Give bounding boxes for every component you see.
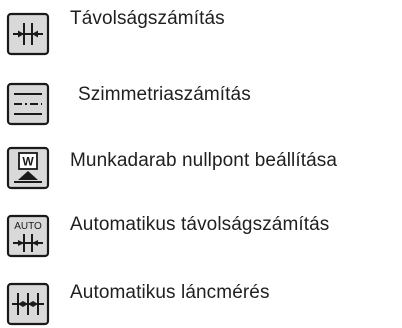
menu-item-auto-chain-measurement[interactable]: Automatikus láncmérés xyxy=(0,272,402,326)
menu-item-distance-calculation[interactable]: Távolságszámítás xyxy=(0,0,402,56)
menu-item-workpiece-zero[interactable]: W Munkadarab nullpont beállítása xyxy=(0,136,402,190)
menu-item-label: Munkadarab nullpont beállítása xyxy=(70,150,338,171)
workpiece-zero-icon: W xyxy=(6,146,50,190)
auto-distance-calc-icon: AUTO xyxy=(6,214,50,258)
workpiece-letter: W xyxy=(22,155,34,169)
menu-item-label: Automatikus láncmérés xyxy=(70,282,270,303)
menu-item-label: Távolságszámítás xyxy=(70,8,225,29)
menu-item-label: Automatikus távolságszámítás xyxy=(70,214,330,235)
symmetry-calc-icon xyxy=(6,82,50,126)
menu-item-label: Szimmetriaszámítás xyxy=(78,84,251,105)
menu-item-auto-distance-calculation[interactable]: AUTO Automatikus távolságszámítás xyxy=(0,204,402,258)
auto-chain-measure-icon xyxy=(6,282,50,326)
menu-item-symmetry-calculation[interactable]: Szimmetriaszámítás xyxy=(0,70,402,126)
distance-calc-icon xyxy=(6,12,50,56)
auto-badge: AUTO xyxy=(14,221,42,232)
